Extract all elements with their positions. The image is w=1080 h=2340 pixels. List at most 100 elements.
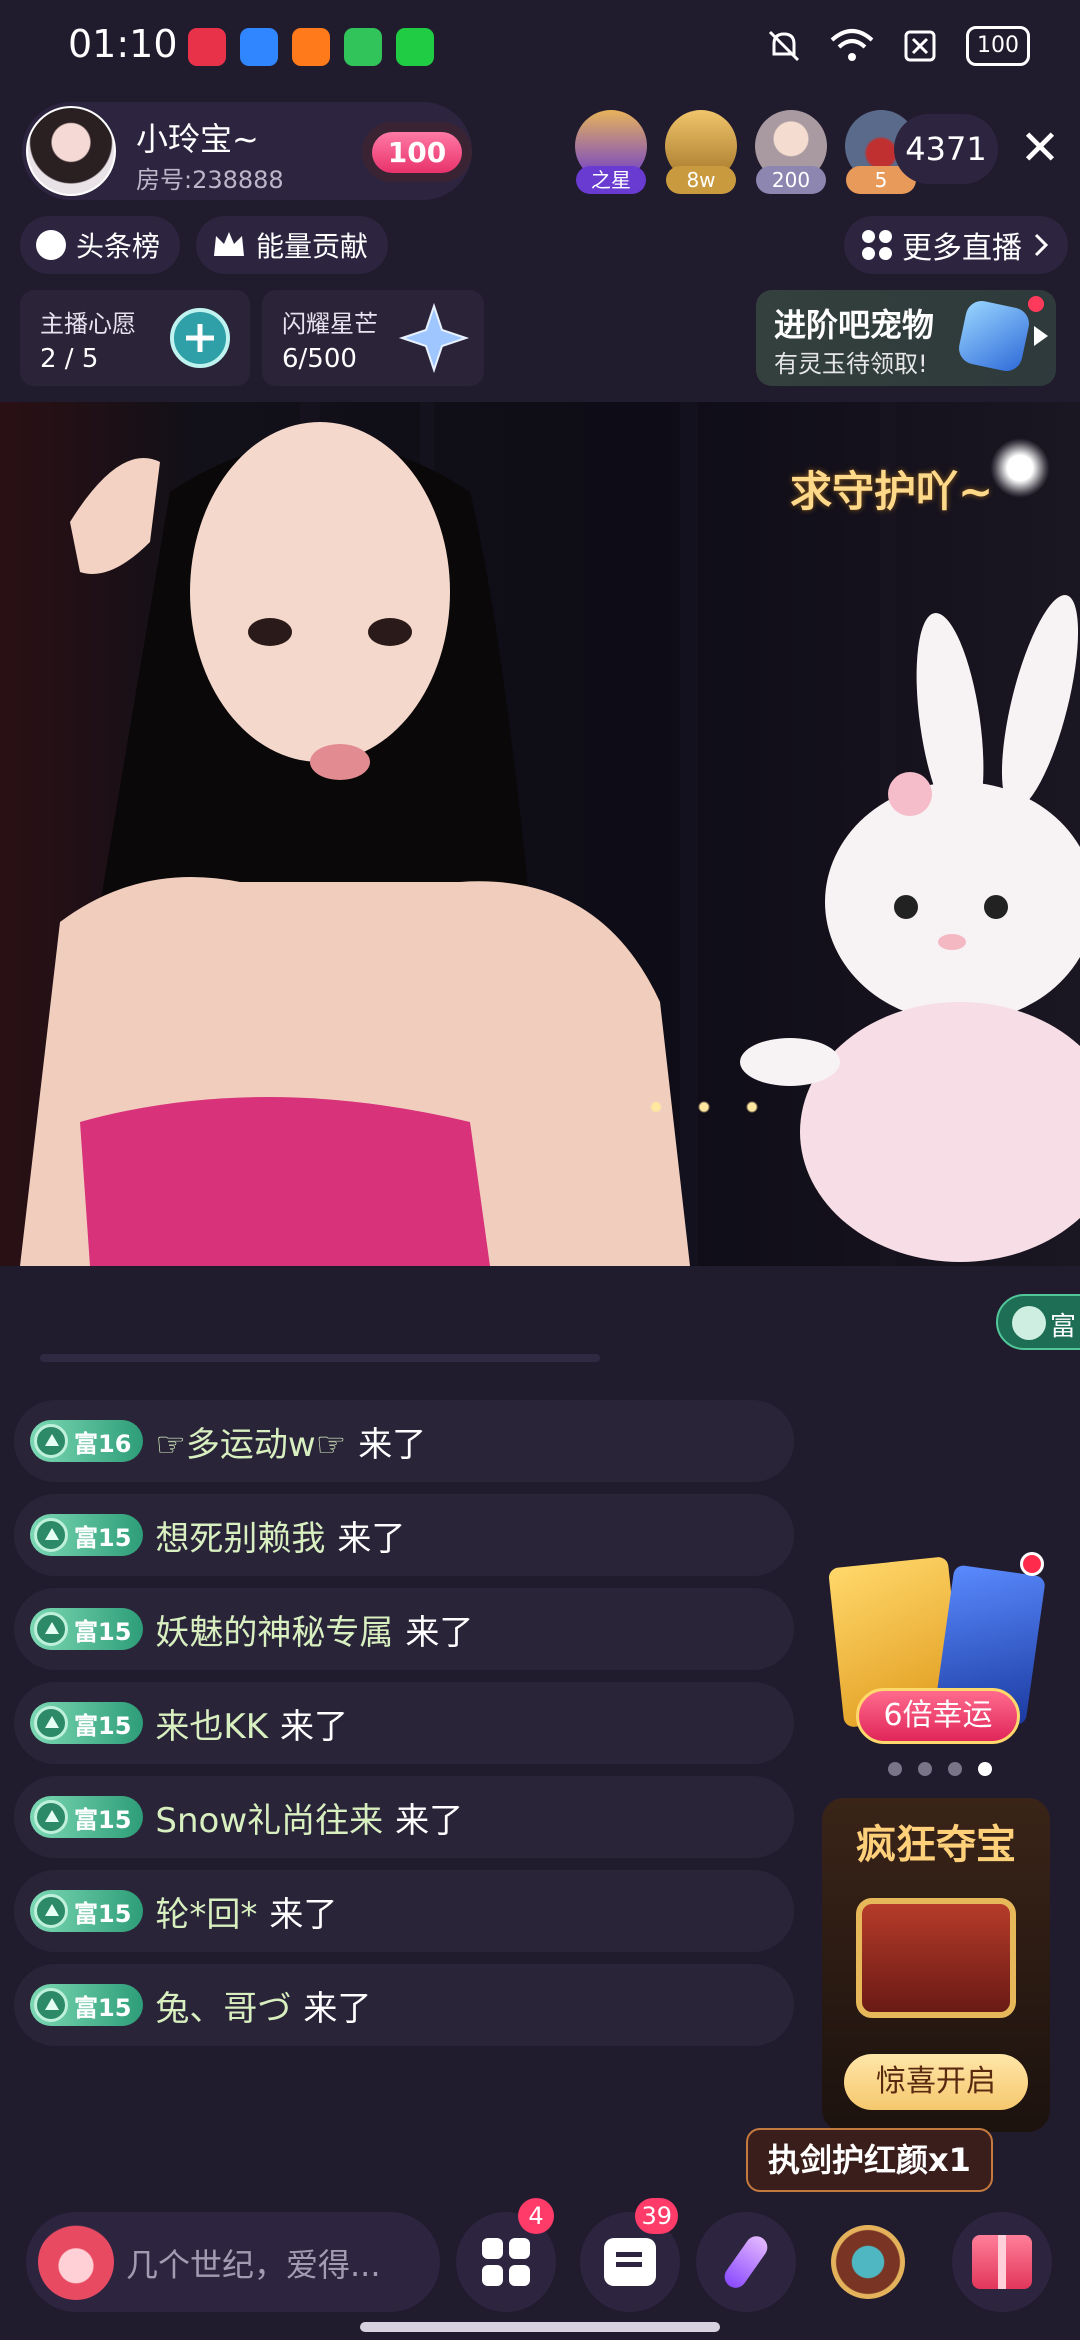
host-name: 小玲宝~ bbox=[136, 120, 259, 158]
viewer-avatar[interactable]: 8w bbox=[662, 110, 740, 194]
treasure-chest-icon bbox=[856, 1898, 1016, 2018]
host-avatar[interactable] bbox=[26, 106, 116, 196]
lucky-cards-widget[interactable]: 6倍幸运 bbox=[826, 1542, 1046, 1752]
noble-entry-pill[interactable]: 富 bbox=[996, 1294, 1080, 1350]
level-text: 富15 bbox=[74, 1899, 132, 1928]
play-icon bbox=[1034, 326, 1048, 346]
app-icon-5 bbox=[396, 28, 434, 66]
wealth-level-badge: 富15 bbox=[30, 1514, 144, 1556]
status-bar: 01:10 100 bbox=[0, 0, 1080, 96]
level-icon bbox=[34, 1518, 68, 1552]
chat-username[interactable]: ☞多运动w☞ bbox=[155, 1417, 346, 1466]
clock: 01:10 bbox=[68, 22, 178, 66]
pager-dot-active[interactable] bbox=[978, 1762, 992, 1776]
messages-button[interactable]: 39 bbox=[580, 2198, 680, 2312]
app-icon-1 bbox=[188, 28, 226, 66]
close-button[interactable]: ✕ bbox=[1012, 116, 1068, 180]
viewer-tag: 200 bbox=[756, 166, 826, 194]
host-info[interactable]: 小玲宝~ 房号:238888 100 bbox=[22, 102, 472, 200]
string-lights bbox=[640, 1092, 800, 1122]
gem-icon bbox=[956, 298, 1032, 374]
shining-star-progress: 6/500 bbox=[282, 344, 357, 374]
energy-contribution-button[interactable]: 能量贡献 bbox=[196, 216, 389, 274]
host-wish-progress: 2 / 5 bbox=[40, 344, 99, 374]
wealth-level-badge: 富15 bbox=[30, 1796, 144, 1838]
level-text: 富15 bbox=[74, 1993, 132, 2022]
host-wish-card[interactable]: 主播心愿 2 / 5 bbox=[20, 290, 250, 386]
chat-message[interactable]: 富15 来也KK 来了 bbox=[14, 1682, 794, 1764]
chat-action: 来了 bbox=[337, 1518, 406, 1559]
chat-message[interactable]: 富15 轮*回* 来了 bbox=[14, 1870, 794, 1952]
noble-icon bbox=[1012, 1306, 1046, 1340]
notification-dot bbox=[1020, 1552, 1044, 1576]
more-live-button[interactable]: 更多直播 bbox=[844, 216, 1068, 274]
pet-upgrade-banner[interactable]: 进阶吧宠物 有灵玉待领取! bbox=[756, 290, 1056, 386]
mic-button[interactable] bbox=[696, 2212, 796, 2312]
viewer-tag: 8w bbox=[666, 166, 736, 194]
chat-username[interactable]: 想死别赖我 bbox=[155, 1511, 325, 1560]
notification-dot bbox=[1028, 296, 1044, 312]
pager-dot[interactable] bbox=[888, 1762, 902, 1776]
level-icon bbox=[34, 1800, 68, 1834]
chat-message[interactable]: 富16 ☞多运动w☞ 来了 bbox=[14, 1400, 794, 1482]
pager-dot[interactable] bbox=[948, 1762, 962, 1776]
viewer-tag: 之星 bbox=[576, 166, 646, 194]
sim-icon bbox=[898, 26, 942, 66]
chat-username[interactable]: 来也KK bbox=[155, 1699, 268, 1748]
treasure-open-button[interactable]: 惊喜开启 bbox=[844, 2054, 1028, 2110]
shining-star-card[interactable]: 闪耀星芒 6/500 bbox=[262, 290, 484, 386]
guard-button[interactable] bbox=[818, 2212, 918, 2312]
lamp-light bbox=[990, 438, 1050, 498]
notification-icons bbox=[188, 28, 434, 66]
chat-username[interactable]: 妖魅的神秘专属 bbox=[155, 1605, 393, 1654]
headline-rank-label: 头条榜 bbox=[76, 230, 161, 263]
luck-multiplier-label: 6倍幸运 bbox=[856, 1688, 1020, 1744]
pet-title: 进阶吧宠物 bbox=[774, 306, 935, 344]
level-text: 富15 bbox=[74, 1617, 132, 1646]
heart-value: 100 bbox=[371, 131, 463, 173]
apps-button[interactable]: 4 bbox=[456, 2198, 556, 2312]
chat-input[interactable]: 几个世纪，爱得... bbox=[26, 2212, 440, 2312]
host-wish-title: 主播心愿 bbox=[40, 310, 136, 338]
live-header: 小玲宝~ 房号:238888 100 之星 8w 200 5 4371 ✕ bbox=[0, 96, 1080, 208]
grid-icon bbox=[862, 230, 892, 260]
gift-combo-tip[interactable]: 执剑护红颜x1 bbox=[746, 2128, 993, 2192]
home-indicator[interactable] bbox=[360, 2322, 720, 2332]
chat-action: 来了 bbox=[395, 1800, 464, 1841]
pager-dot[interactable] bbox=[918, 1762, 932, 1776]
energy-contribution-label: 能量贡献 bbox=[256, 230, 369, 263]
bottom-bar: 几个世纪，爱得... 4 39 bbox=[0, 2198, 1080, 2316]
widget-pager[interactable] bbox=[888, 1762, 992, 1776]
app-icon-3 bbox=[292, 28, 330, 66]
wealth-level-badge: 富15 bbox=[30, 1608, 144, 1650]
chat-list[interactable]: 富16 ☞多运动w☞ 来了 富15 想死别赖我 来了 富15 妖魅的神秘专属 来… bbox=[14, 1400, 794, 2058]
chat-message[interactable]: 富15 Snow礼尚往来 来了 bbox=[14, 1776, 794, 1858]
headline-rank-button[interactable]: 头条榜 bbox=[20, 216, 181, 274]
apps-badge: 4 bbox=[518, 2198, 554, 2234]
live-video[interactable]: 求守护吖~ bbox=[0, 402, 1080, 1266]
viewer-avatar[interactable]: 200 bbox=[752, 110, 830, 194]
chat-username[interactable]: Snow礼尚往来 bbox=[155, 1793, 383, 1842]
crown-icon bbox=[214, 232, 244, 256]
viewer-avatar[interactable]: 之星 bbox=[572, 110, 650, 194]
rank-row: 头条榜 能量贡献 更多直播 bbox=[0, 216, 1080, 276]
gift-button[interactable] bbox=[952, 2212, 1052, 2312]
chat-username[interactable]: 兔、哥づ bbox=[155, 1981, 291, 2030]
robot-avatar-icon[interactable] bbox=[38, 2224, 114, 2300]
follow-heart-button[interactable]: 100 bbox=[362, 122, 472, 182]
level-icon bbox=[34, 1706, 68, 1740]
treasure-title: 疯狂夺宝 bbox=[856, 1821, 1016, 1868]
microphone-icon bbox=[720, 2231, 772, 2293]
noble-label: 富 bbox=[1050, 1312, 1077, 1342]
viewer-count[interactable]: 4371 bbox=[894, 114, 998, 184]
chat-message[interactable]: 富15 妖魅的神秘专属 来了 bbox=[14, 1588, 794, 1670]
battery-icon: 100 bbox=[966, 26, 1030, 66]
crazy-treasure-widget[interactable]: 疯狂夺宝 惊喜开启 bbox=[822, 1798, 1050, 2132]
star-icon bbox=[398, 302, 470, 374]
chat-message[interactable]: 富15 想死别赖我 来了 bbox=[14, 1494, 794, 1576]
more-live-label: 更多直播 bbox=[902, 231, 1022, 266]
wifi-icon bbox=[830, 26, 874, 66]
chat-message[interactable]: 富15 兔、哥づ 来了 bbox=[14, 1964, 794, 2046]
chat-username[interactable]: 轮*回* bbox=[155, 1887, 257, 1936]
chat-action: 来了 bbox=[405, 1612, 474, 1653]
